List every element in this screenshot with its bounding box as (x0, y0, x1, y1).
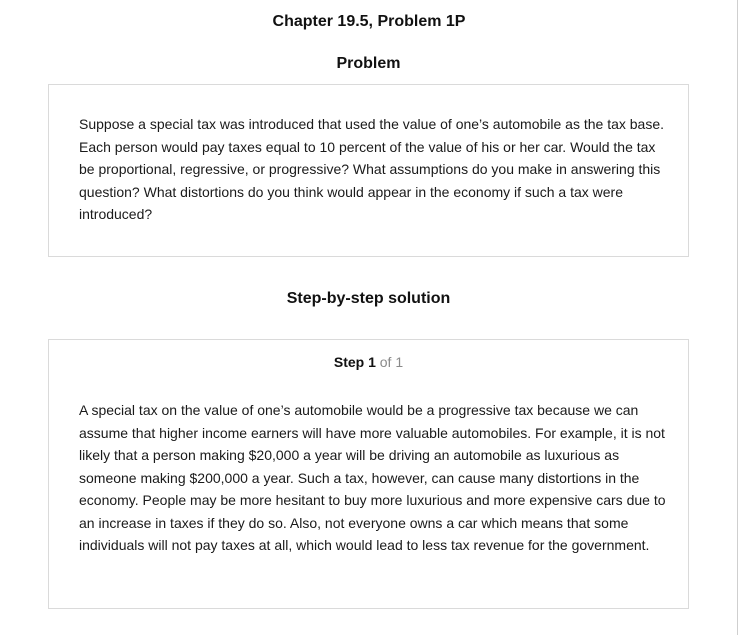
problem-heading: Problem (336, 55, 401, 72)
solution-text: A special tax on the value of one’s auto… (79, 402, 666, 553)
step-number: Step 1 (333, 354, 376, 370)
solution-heading: Step-by-step solution (286, 290, 451, 307)
solution-step-box: Step 1 of 1 A special tax on the value o… (48, 339, 689, 609)
chapter-title: Chapter 19.5, Problem 1P (272, 13, 466, 30)
step-total: of 1 (379, 354, 404, 370)
step-label: Step 1 of 1 (49, 353, 688, 371)
problem-box: Suppose a special tax was introduced tha… (48, 84, 689, 257)
problem-text: Suppose a special tax was introduced tha… (79, 116, 665, 222)
